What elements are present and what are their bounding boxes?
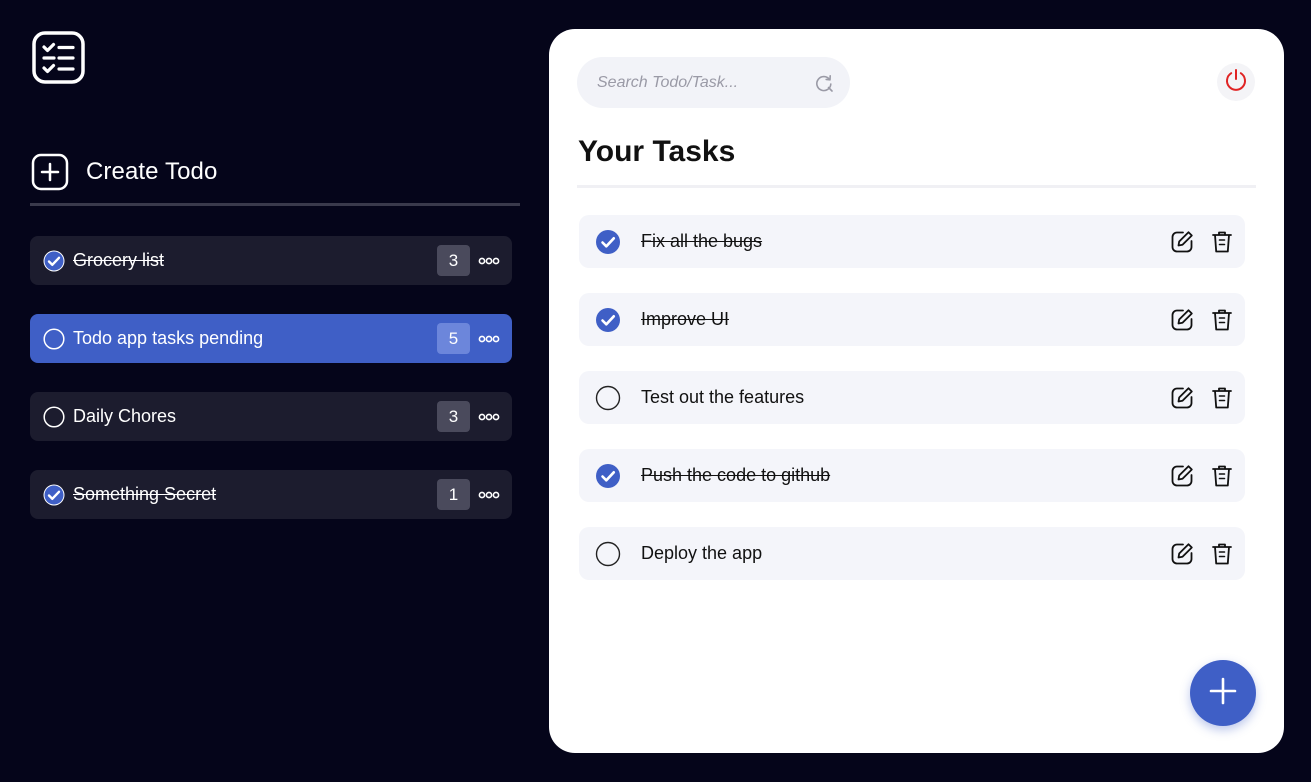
empty-circle-icon[interactable] <box>595 541 621 567</box>
todo-count-badge: 5 <box>437 323 470 354</box>
more-dots-icon[interactable] <box>478 406 500 428</box>
task-label: Deploy the app <box>641 543 763 563</box>
edit-icon[interactable] <box>1169 385 1195 411</box>
trash-icon[interactable] <box>1209 229 1235 255</box>
title-divider <box>577 185 1256 188</box>
more-dots-icon[interactable] <box>478 250 500 272</box>
plus-icon <box>1208 676 1238 711</box>
create-todo-label: Create Todo <box>86 158 218 185</box>
search-bar <box>577 57 850 108</box>
page-title: Your Tasks <box>578 135 736 168</box>
task-label: Push the code to github <box>641 465 831 485</box>
checked-circle-icon[interactable] <box>595 463 621 489</box>
task-item[interactable]: Deploy the app <box>579 527 1245 580</box>
empty-circle-icon[interactable] <box>43 405 65 428</box>
checked-circle-icon[interactable] <box>595 307 621 333</box>
todo-item-active[interactable]: Todo app tasks pending 5 <box>30 314 512 363</box>
edit-icon[interactable] <box>1169 541 1195 567</box>
todo-count-badge: 3 <box>437 245 470 276</box>
tasks-panel: Your Tasks Fix all the bugs Improve UI Tes… <box>549 29 1284 753</box>
trash-icon[interactable] <box>1209 541 1235 567</box>
empty-circle-icon[interactable] <box>43 327 65 350</box>
add-task-button[interactable] <box>1190 660 1256 726</box>
task-item[interactable]: Improve UI <box>579 293 1245 346</box>
more-dots-icon[interactable] <box>478 484 500 506</box>
task-item[interactable]: Fix all the bugs <box>579 215 1245 268</box>
checked-circle-icon[interactable] <box>43 484 65 506</box>
todo-count-badge: 1 <box>437 479 470 510</box>
search-refresh-icon[interactable] <box>814 73 834 93</box>
todo-item[interactable]: Grocery list 3 <box>30 236 512 285</box>
todo-label: Daily Chores <box>73 406 177 426</box>
task-list: Fix all the bugs Improve UI Test out the f… <box>579 215 1245 605</box>
more-dots-icon[interactable] <box>478 328 500 350</box>
todo-item[interactable]: Daily Chores 3 <box>30 392 512 441</box>
power-icon <box>1223 67 1249 98</box>
checked-circle-icon[interactable] <box>43 250 65 272</box>
create-todo-button[interactable]: Create Todo <box>30 150 520 194</box>
task-label: Fix all the bugs <box>641 231 763 251</box>
todo-label: Something Secret <box>73 484 217 504</box>
task-label: Improve UI <box>641 309 730 329</box>
trash-icon[interactable] <box>1209 307 1235 333</box>
todo-item[interactable]: Something Secret 1 <box>30 470 512 519</box>
empty-circle-icon[interactable] <box>595 385 621 411</box>
edit-icon[interactable] <box>1169 307 1195 333</box>
power-button[interactable] <box>1217 63 1255 101</box>
sidebar: Create Todo Grocery list 3 Todo app task… <box>0 0 540 782</box>
todo-list: Grocery list 3 Todo app tasks pending 5 … <box>30 236 512 548</box>
task-item[interactable]: Push the code to github <box>579 449 1245 502</box>
checked-circle-icon[interactable] <box>595 229 621 255</box>
sidebar-divider <box>30 203 520 206</box>
plus-square-icon <box>31 153 69 191</box>
task-item[interactable]: Test out the features <box>579 371 1245 424</box>
checklist-logo-icon <box>32 31 85 84</box>
trash-icon[interactable] <box>1209 385 1235 411</box>
trash-icon[interactable] <box>1209 463 1235 489</box>
todo-label: Todo app tasks pending <box>73 328 264 348</box>
todo-count-badge: 3 <box>437 401 470 432</box>
todo-label: Grocery list <box>73 250 165 270</box>
task-label: Test out the features <box>641 387 805 407</box>
search-input[interactable] <box>595 72 814 93</box>
edit-icon[interactable] <box>1169 463 1195 489</box>
edit-icon[interactable] <box>1169 229 1195 255</box>
